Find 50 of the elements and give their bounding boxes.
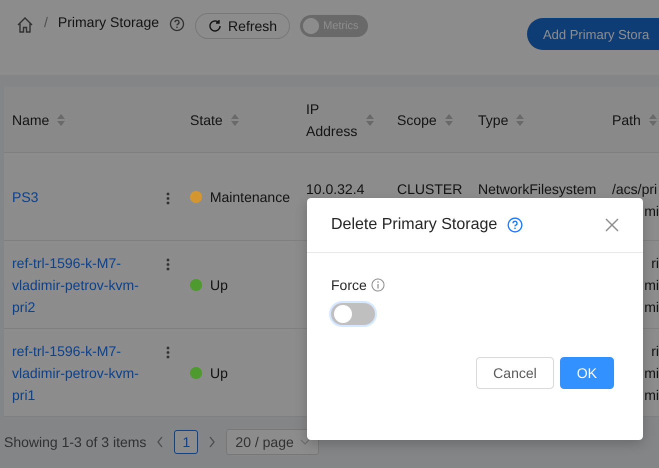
table-cell-text: mi	[643, 202, 659, 221]
sort-icon[interactable]	[366, 114, 374, 126]
storage-name-link[interactable]: PS3	[12, 186, 142, 208]
column-header: Scope	[397, 112, 437, 128]
caret-icon	[300, 439, 310, 445]
storage-name-link[interactable]: ref-trl-1596-k-M7-vladimir-petrov-kvm-pri1	[12, 340, 142, 406]
refresh-button[interactable]: Refresh	[195, 13, 290, 39]
cancel-button[interactable]: Cancel	[476, 357, 554, 389]
dialog-title: Delete Primary Storage	[331, 216, 498, 234]
ok-button[interactable]: OK	[560, 357, 614, 389]
status-text: Up	[210, 276, 228, 295]
sort-icon[interactable]	[516, 114, 524, 126]
column-header: IP Address	[306, 100, 358, 140]
page-button[interactable]: 1	[174, 430, 198, 454]
table-cell-text: mi	[643, 298, 659, 316]
breadcrumb-separator: /	[44, 14, 48, 30]
storage-name-link[interactable]: ref-trl-1596-k-M7-vladimir-petrov-kvm-pri2	[12, 252, 142, 318]
add-primary-storage-button[interactable]: Add Primary Stora	[527, 18, 659, 50]
sort-icon[interactable]	[444, 114, 453, 126]
help-icon[interactable]	[169, 16, 186, 32]
table-cell: CLUSTER	[397, 181, 462, 197]
info-icon[interactable]	[370, 278, 385, 292]
table-cell-text: /acs/pri	[611, 180, 658, 199]
table-cell-text: mi	[643, 386, 659, 404]
column-header: State	[190, 112, 223, 128]
pagination-summary: Showing 1-3 of 3 items	[4, 434, 146, 450]
refresh-icon	[208, 19, 222, 33]
column-header: Path	[612, 112, 641, 128]
close-icon[interactable]	[605, 218, 619, 232]
force-toggle[interactable]	[331, 303, 375, 325]
table-cell: 10.0.32.4	[306, 181, 364, 197]
column-header: Name	[12, 112, 50, 128]
help-icon[interactable]	[507, 217, 524, 233]
page-size-select[interactable]: 20 / page	[226, 429, 319, 455]
status-text: Maintenance	[210, 188, 290, 206]
page-title: Primary Storage	[58, 14, 160, 30]
sort-icon[interactable]	[230, 114, 239, 126]
sort-icon[interactable]	[648, 114, 657, 126]
table-cell-text: mi	[643, 276, 659, 294]
home-icon[interactable]	[16, 16, 34, 34]
column-header: Type	[478, 112, 508, 128]
table-cell: NetworkFilesystem	[478, 181, 596, 197]
field-label: Force	[331, 277, 367, 293]
sort-icon[interactable]	[57, 114, 66, 126]
next-page-icon[interactable]	[208, 436, 216, 448]
status-text: Up	[210, 364, 228, 383]
table-cell-text: mi	[643, 364, 659, 382]
previous-page-icon[interactable]	[156, 436, 164, 448]
table-cell-text: ri	[650, 254, 659, 272]
table-cell-text: ri	[650, 342, 659, 360]
